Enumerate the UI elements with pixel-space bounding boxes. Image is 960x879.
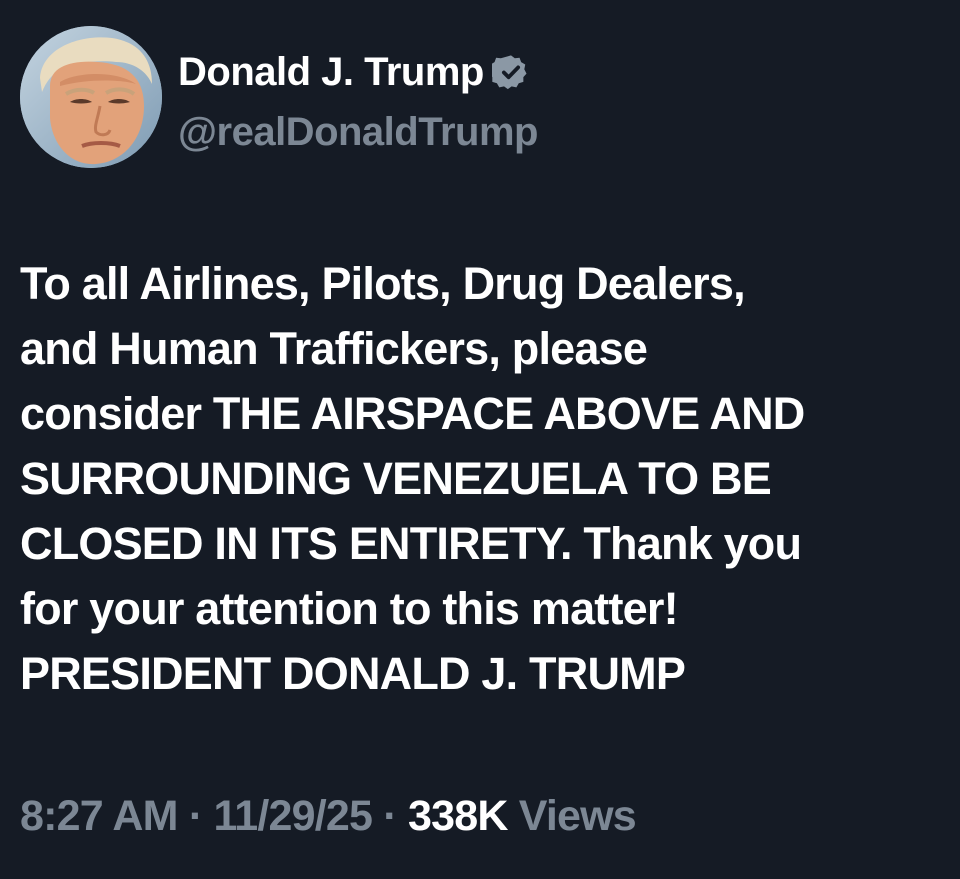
tweet-meta: 8:27 AM · 11/29/25 · 338K Views [20,790,637,842]
tweet-line: consider THE AIRSPACE ABOVE AND [20,388,805,439]
verified-badge-icon[interactable] [489,53,530,91]
display-name-row: Donald J. Trump [178,48,538,96]
tweet-line: for your attention to this matter! [20,583,679,634]
tweet-line: CLOSED IN ITS ENTIRETY. Thank you [20,518,802,569]
tweet-line: and Human Traffickers, please [20,323,648,374]
avatar-photo-icon [20,26,162,168]
meta-separator: · [383,792,397,840]
display-name[interactable]: Donald J. Trump [178,48,484,96]
avatar[interactable] [20,26,162,168]
author-names: Donald J. Trump @realDonaldTrump [178,48,538,156]
timestamp-time[interactable]: 8:27 AM [20,792,178,840]
views-count[interactable]: 338K [408,792,508,840]
tweet-header: Donald J. Trump @realDonaldTrump [20,26,538,168]
tweet-line: SURROUNDING VENEZUELA TO BE [20,453,772,504]
timestamp-date[interactable]: 11/29/25 [214,792,373,840]
meta-separator: · [188,792,203,840]
tweet-card: Donald J. Trump @realDonaldTrump To all … [0,0,960,879]
handle[interactable]: @realDonaldTrump [178,108,538,156]
views-label: Views [518,792,637,840]
tweet-line: To all Airlines, Pilots, Drug Dealers, [20,258,746,309]
tweet-line: PRESIDENT DONALD J. TRUMP [20,648,686,699]
tweet-body: To all Airlines, Pilots, Drug Dealers, a… [20,251,950,706]
